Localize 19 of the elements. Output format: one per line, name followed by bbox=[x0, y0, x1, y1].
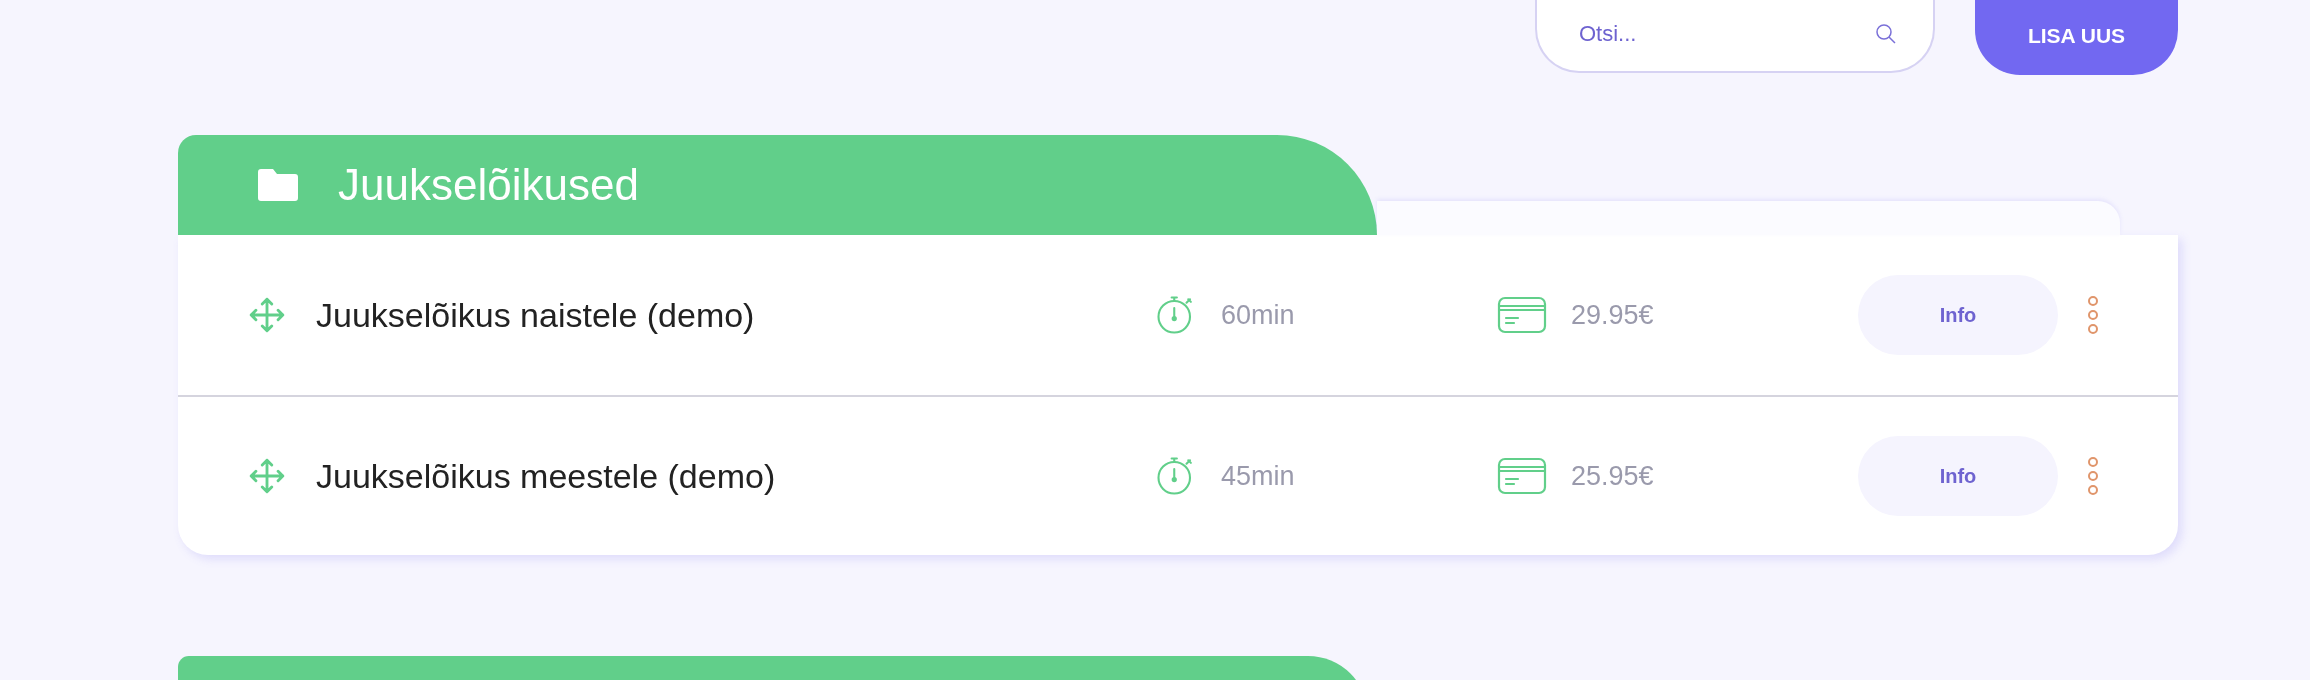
service-name: Juukselõikus naistele (demo) bbox=[316, 295, 756, 335]
price: 25.95€ bbox=[1571, 460, 1654, 492]
service-name: Juukselõikus meestele (demo) bbox=[316, 456, 777, 496]
credit-card-icon bbox=[1497, 296, 1547, 334]
move-icon[interactable] bbox=[248, 296, 286, 334]
search-icon bbox=[1875, 23, 1897, 45]
duration: 45min bbox=[1221, 460, 1295, 492]
add-new-button[interactable]: LISA UUS bbox=[1975, 0, 2178, 75]
credit-card-icon bbox=[1497, 457, 1547, 495]
search-input[interactable]: Otsi... bbox=[1577, 20, 1875, 48]
more-icon[interactable] bbox=[2087, 295, 2099, 335]
price: 29.95€ bbox=[1571, 299, 1654, 331]
folder-icon bbox=[258, 169, 298, 201]
duration: 60min bbox=[1221, 299, 1295, 331]
info-button[interactable]: Info bbox=[1858, 436, 2058, 516]
more-icon[interactable] bbox=[2087, 456, 2099, 496]
info-button[interactable]: Info bbox=[1858, 275, 2058, 355]
move-icon[interactable] bbox=[248, 457, 286, 495]
group-title: Juukselõikused bbox=[338, 160, 639, 210]
